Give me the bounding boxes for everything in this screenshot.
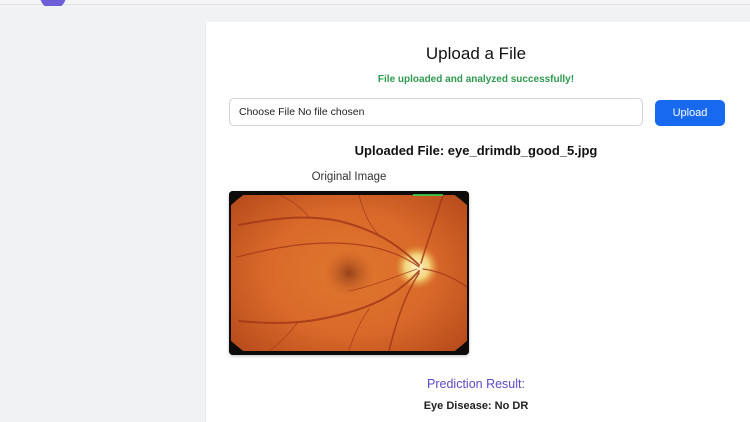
upload-button[interactable]: Upload: [655, 100, 725, 126]
prediction-title: Prediction Result:: [427, 377, 525, 391]
original-image-label: Original Image: [311, 171, 387, 183]
fundus-image: [229, 191, 469, 355]
page-title: Upload a File: [425, 44, 527, 63]
top-bar: [0, 0, 750, 5]
file-input[interactable]: Choose File No file chosen: [229, 98, 643, 126]
uploaded-file-name: Uploaded File: eye_drimdb_good_5.jpg: [354, 143, 598, 158]
fundus-photo: [229, 191, 469, 355]
upload-card: Upload a File File uploaded and analyzed…: [205, 22, 750, 422]
sidebar: [0, 6, 205, 422]
success-message: File uploaded and analyzed successfully!: [377, 74, 575, 85]
prediction-result: Eye Disease: No DR: [423, 400, 529, 412]
